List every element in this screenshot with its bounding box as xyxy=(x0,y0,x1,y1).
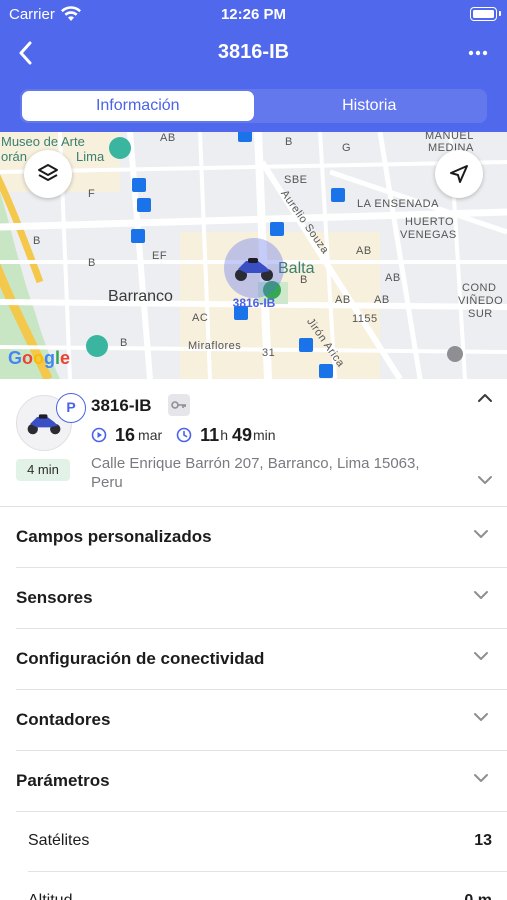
param-label: Satélites xyxy=(28,832,90,849)
section-sensores[interactable]: Sensores xyxy=(16,568,507,629)
battery-icon xyxy=(470,7,501,21)
section-conectividad[interactable]: Configuración de conectividad xyxy=(16,629,507,690)
google-logo: Google xyxy=(8,348,70,369)
vehicle-card[interactable]: P 4 min 3816-IB 16 mar 11 h 49 min Calle… xyxy=(0,379,507,507)
nav-bar: 3816-IB xyxy=(0,30,507,76)
map-label-museo: Museo de Arte xyxy=(1,134,85,149)
map-label-vine: VIÑEDO xyxy=(458,295,504,307)
more-icon xyxy=(468,50,488,56)
vehicle-map-label: 3816-IB xyxy=(232,296,276,310)
map-label-cond: COND xyxy=(462,282,497,294)
google-logo-letter: o xyxy=(33,348,45,368)
status-bar: Carrier 12:26 PM xyxy=(0,0,507,28)
date-month: mar xyxy=(138,427,163,443)
section-label: Parámetros xyxy=(16,771,110,790)
minutes-unit: min xyxy=(253,427,276,443)
map-label-museo-prefix: orán xyxy=(1,149,28,164)
map-label-g: G xyxy=(342,142,352,154)
param-row: Altitud 0 m xyxy=(28,872,507,900)
map-label-b4: B xyxy=(300,274,308,286)
map-label-manuel: MANUEL xyxy=(425,132,474,142)
last-update-row: 16 mar 11 h 49 min xyxy=(91,423,276,447)
chevron-down-icon xyxy=(474,591,488,599)
map-label-ab1: AB xyxy=(160,132,176,144)
chevron-down-icon xyxy=(474,530,488,538)
section-contadores[interactable]: Contadores xyxy=(16,690,507,751)
map-label-ab4: AB xyxy=(385,272,401,284)
tab-switcher: Información Historia xyxy=(20,89,487,123)
tab-historia[interactable]: Historia xyxy=(254,91,486,121)
map-label-b3: B xyxy=(88,257,96,269)
location-arrow-icon xyxy=(450,165,468,183)
map-label-ab3: AB xyxy=(335,294,351,306)
map-label-sur: SUR xyxy=(468,308,493,320)
map-label-ab5: AB xyxy=(374,294,390,306)
vehicle-map-marker[interactable] xyxy=(224,238,284,298)
play-circle-icon xyxy=(91,427,107,443)
tab-informacion[interactable]: Información xyxy=(22,91,254,121)
google-logo-letter: o xyxy=(22,348,34,368)
chevron-down-icon[interactable] xyxy=(477,475,493,485)
google-logo-letter: e xyxy=(60,348,71,368)
hours-unit: h xyxy=(220,427,228,443)
chevron-up-icon[interactable] xyxy=(477,393,493,403)
vehicle-name: 3816-IB xyxy=(91,396,152,415)
map-label-ac: AC xyxy=(192,312,209,324)
google-logo-letter: g xyxy=(44,348,56,368)
param-value: 0 m xyxy=(464,892,492,900)
map-label-f: F xyxy=(88,188,96,200)
param-row: Satélites 13 xyxy=(28,812,507,872)
duration-hours: 11 xyxy=(200,424,220,445)
google-logo-letter: G xyxy=(8,348,23,368)
section-label: Campos personalizados xyxy=(16,527,212,546)
section-parametros[interactable]: Parámetros xyxy=(16,751,507,812)
duration-badge: 4 min xyxy=(16,459,70,481)
map-label-miraflores: Miraflores xyxy=(188,340,242,352)
section-label: Sensores xyxy=(16,588,93,607)
more-button[interactable] xyxy=(461,36,495,70)
status-time: 12:26 PM xyxy=(220,6,287,23)
map-label-sbe: SBE xyxy=(284,174,308,186)
map-label-venegas: VENEGAS xyxy=(400,229,457,241)
map-label-barranco: Barranco xyxy=(108,288,173,305)
map-label-huerto: HUERTO xyxy=(405,216,455,228)
key-icon xyxy=(168,394,190,416)
map-view[interactable]: Museo de Arte orán Lima AB B G MANUEL ME… xyxy=(0,132,507,379)
locate-button[interactable] xyxy=(435,150,483,198)
map-label-la-ensenada: LA ENSENADA xyxy=(357,198,439,210)
map-label-b2: B xyxy=(33,235,41,247)
map-label-ab2: AB xyxy=(356,245,372,257)
duration-minutes: 49 xyxy=(231,424,253,445)
motorcycle-icon xyxy=(235,258,273,281)
header: Carrier 12:26 PM 3816-IB Información His… xyxy=(0,0,507,132)
section-campos-personalizados[interactable]: Campos personalizados xyxy=(16,507,507,568)
date-day: 16 xyxy=(115,424,136,445)
chevron-down-icon xyxy=(474,652,488,660)
map-label-ef: EF xyxy=(152,250,168,262)
param-label: Altitud xyxy=(28,892,72,900)
parking-badge: P xyxy=(56,393,86,423)
chevron-down-icon xyxy=(474,713,488,721)
map-label-lima: Lima xyxy=(76,149,105,164)
map-label-b5: B xyxy=(120,337,128,349)
layers-icon xyxy=(38,164,58,181)
map-label-1155: 1155 xyxy=(352,313,378,325)
chevron-down-icon xyxy=(474,774,488,782)
map-layers-button[interactable] xyxy=(24,150,72,198)
section-label: Contadores xyxy=(16,710,111,729)
clock-icon xyxy=(176,427,192,443)
section-label: Configuración de conectividad xyxy=(16,649,265,668)
param-value: 13 xyxy=(474,832,492,849)
vehicle-address: Calle Enrique Barrón 207, Barranco, Lima… xyxy=(91,455,420,491)
map-label-31: 31 xyxy=(262,347,276,359)
page-title: 3816-IB xyxy=(217,41,290,63)
map-label-b1: B xyxy=(285,136,293,148)
